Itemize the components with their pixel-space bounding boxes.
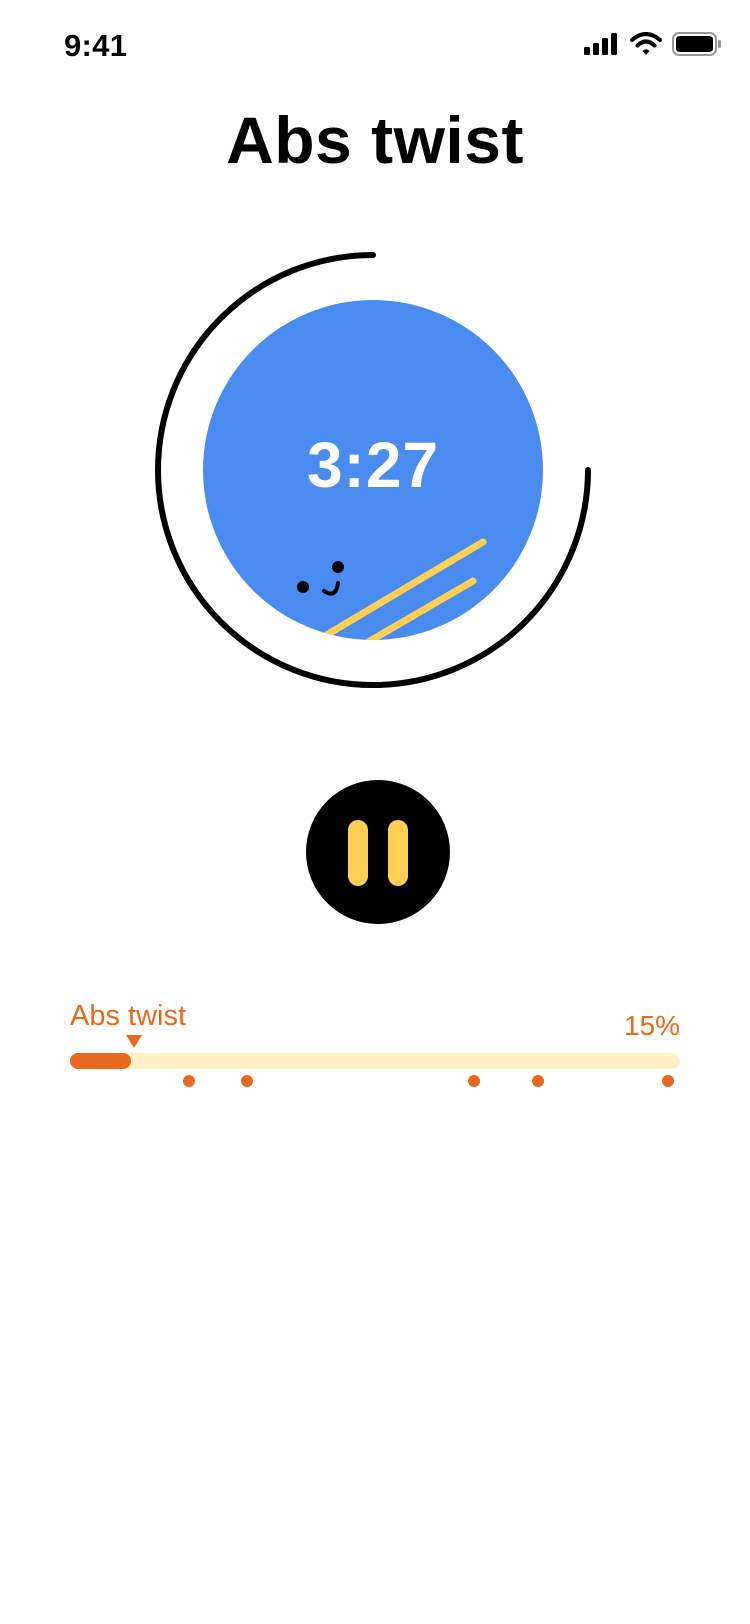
cellular-signal-icon: [584, 33, 620, 60]
pause-icon-bar: [388, 820, 408, 886]
pause-button[interactable]: [306, 780, 450, 924]
current-exercise-label: Abs twist: [70, 1000, 187, 1032]
exercise-marker-dot: [241, 1075, 253, 1087]
timer-value: 3:27: [306, 429, 440, 501]
progress-bar-fill: [70, 1053, 131, 1069]
page-title: Abs twist: [226, 103, 524, 177]
status-time: 9:41: [64, 28, 128, 63]
pause-icon: [348, 820, 368, 886]
progress-percent: 15%: [623, 1010, 680, 1041]
status-bar: 9:41: [0, 0, 750, 96]
exercise-marker-dot: [662, 1075, 674, 1087]
progress-bar[interactable]: [70, 1053, 680, 1069]
battery-icon: [672, 32, 722, 61]
progress-marker-icon: [126, 1035, 142, 1048]
timer: 3:27: [148, 245, 598, 695]
exercise-marker-dot: [468, 1075, 480, 1087]
exercise-marker-dot: [532, 1075, 544, 1087]
exercise-marker-dot: [183, 1075, 195, 1087]
status-icons: [584, 32, 722, 61]
wifi-icon: [630, 32, 662, 61]
